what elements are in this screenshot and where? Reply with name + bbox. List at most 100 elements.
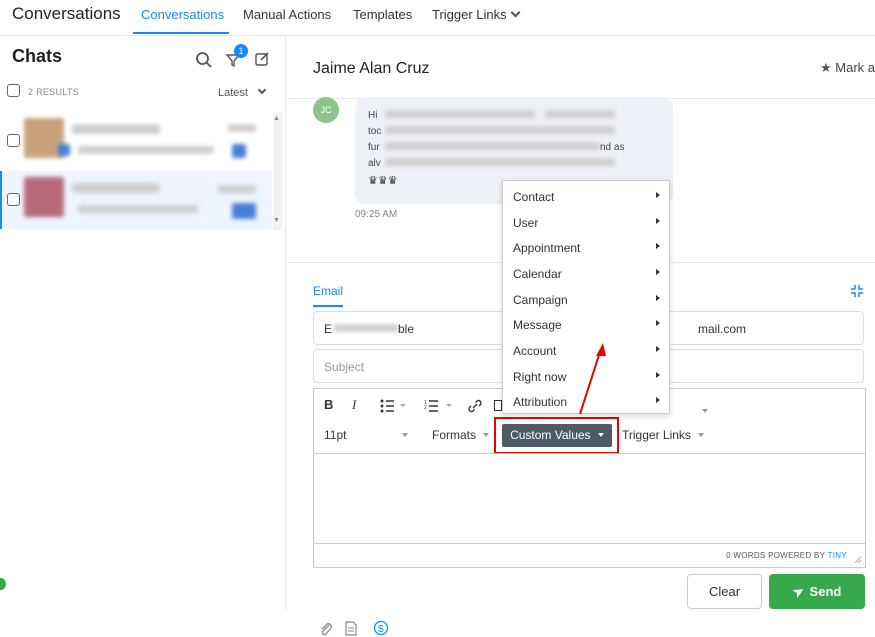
menu-item-label: Attribution (513, 395, 568, 409)
redacted-timestamp (228, 124, 256, 132)
redacted-text (385, 142, 600, 150)
search-icon[interactable] (195, 51, 213, 69)
redacted-contact-name (72, 183, 160, 193)
star-icon: ★ (820, 60, 832, 75)
collapse-icon[interactable] (850, 284, 864, 298)
chevron-down-icon (510, 7, 521, 18)
menu-item-label: Message (513, 318, 562, 332)
scroll-up-icon[interactable]: ▲ (273, 115, 280, 122)
word-count-status: 0 WORDS POWERED BY TINY (726, 551, 847, 560)
chat-list-item[interactable] (0, 171, 272, 229)
annotation-highlight-box (494, 417, 619, 454)
send-button[interactable]: ➤ Send (769, 574, 865, 609)
message-fragment: alv (368, 158, 381, 169)
menu-item-user[interactable]: User (503, 210, 669, 235)
menu-item-label: User (513, 216, 539, 230)
tab-templates[interactable]: Templates (353, 7, 412, 22)
chevron-down-icon (401, 433, 408, 437)
tab-conversations[interactable]: Conversations (141, 7, 224, 22)
chat-checkbox[interactable] (7, 134, 20, 147)
message-fragment: toc (368, 126, 382, 137)
chevron-right-icon (656, 192, 660, 198)
redacted-text (385, 126, 615, 134)
active-channel-indicator (313, 305, 343, 307)
payment-icon[interactable]: $ (373, 620, 389, 636)
font-size-dropdown[interactable]: 11pt (324, 428, 408, 442)
message-fragment: Hi (368, 110, 378, 121)
bullet-list-icon[interactable] (380, 399, 408, 413)
formats-dropdown[interactable]: Formats (432, 428, 490, 442)
message-fragment: nd as (600, 142, 625, 153)
mark-label: Mark a (835, 60, 875, 75)
attachment-icon[interactable] (319, 621, 333, 637)
avatar (24, 177, 64, 217)
compose-icon[interactable] (254, 51, 270, 67)
from-suffix: ble (398, 322, 415, 336)
image-icon[interactable] (494, 400, 502, 411)
menu-item-calendar[interactable]: Calendar (503, 261, 669, 286)
word-count: 0 WORDS POWERED BY (726, 551, 826, 560)
link-icon[interactable] (467, 398, 483, 414)
resize-handle-icon[interactable] (854, 556, 862, 564)
status-indicator-icon (0, 578, 6, 590)
toolbar-divider (314, 453, 865, 454)
numbered-list-icon[interactable]: 1 2 (424, 399, 456, 413)
send-label: Send (809, 584, 842, 599)
menu-item-label: Calendar (513, 267, 562, 281)
subject-placeholder: Subject (324, 360, 365, 374)
chevron-right-icon (656, 243, 660, 249)
menu-item-right-now[interactable]: Right now (503, 364, 669, 389)
channel-badge-icon (58, 144, 70, 156)
chats-title: Chats (12, 46, 63, 66)
redacted-timestamp (218, 185, 256, 193)
redacted-text (545, 110, 615, 118)
message-timestamp: 09:25 AM (355, 209, 398, 220)
top-nav: Conversations Conversations Manual Actio… (0, 0, 875, 36)
menu-item-appointment[interactable]: Appointment (503, 235, 669, 260)
trigger-links-dropdown[interactable]: Trigger Links (622, 428, 705, 442)
chevron-right-icon (656, 218, 660, 224)
menu-item-label: Campaign (513, 293, 568, 307)
select-all-checkbox[interactable] (7, 84, 20, 97)
tab-email[interactable]: Email (313, 284, 343, 298)
app-title: Conversations (12, 4, 121, 23)
redacted-message-preview (78, 146, 214, 154)
menu-item-campaign[interactable]: Campaign (503, 287, 669, 312)
tiny-link[interactable]: TINY (828, 551, 847, 560)
chevron-right-icon (656, 346, 660, 352)
chevron-right-icon (656, 320, 660, 326)
trigger-links-label: Trigger Links (622, 428, 691, 442)
menu-item-label: Appointment (513, 241, 581, 255)
tab-manual-actions[interactable]: Manual Actions (243, 7, 331, 22)
chat-list-item[interactable] (0, 112, 272, 170)
tab-trigger-links[interactable]: Trigger Links (432, 7, 521, 22)
template-icon[interactable] (345, 621, 357, 636)
italic-icon[interactable]: I (352, 397, 356, 413)
scroll-down-icon[interactable]: ▼ (273, 217, 280, 224)
menu-item-contact[interactable]: Contact (503, 184, 669, 209)
menu-item-label: Right now (513, 370, 567, 384)
font-size-value: 11pt (324, 428, 347, 442)
chat-list-scrollbar[interactable] (273, 112, 282, 230)
menu-item-attribution[interactable]: Attribution (503, 389, 669, 414)
chevron-right-icon (656, 397, 660, 403)
mark-button[interactable]: ★ Mark a (820, 60, 875, 76)
chat-checkbox[interactable] (7, 193, 20, 206)
chevron-down-icon (257, 85, 267, 95)
menu-item-message[interactable]: Message (503, 312, 669, 337)
rich-text-editor[interactable]: B I 1 2 11pt Formats Custom Values Trigg… (313, 388, 866, 568)
sort-dropdown[interactable]: Latest (218, 85, 267, 99)
menu-item-label: Account (513, 344, 557, 358)
contact-name: Jaime Alan Cruz (313, 60, 430, 77)
clear-button[interactable]: Clear (687, 574, 762, 609)
channel-icon (232, 203, 256, 219)
custom-values-menu: Contact User Appointment Calendar Campai… (502, 180, 670, 414)
toolbar-dropdown-caret[interactable] (698, 402, 708, 420)
tab-trigger-links-label: Trigger Links (432, 7, 507, 22)
bold-icon[interactable]: B (324, 397, 333, 412)
chevron-right-icon (656, 269, 660, 275)
avatar: JC (313, 97, 339, 123)
menu-item-account[interactable]: Account (503, 338, 669, 363)
redacted-text (385, 110, 535, 118)
results-count: 2 RESULTS (28, 87, 80, 97)
